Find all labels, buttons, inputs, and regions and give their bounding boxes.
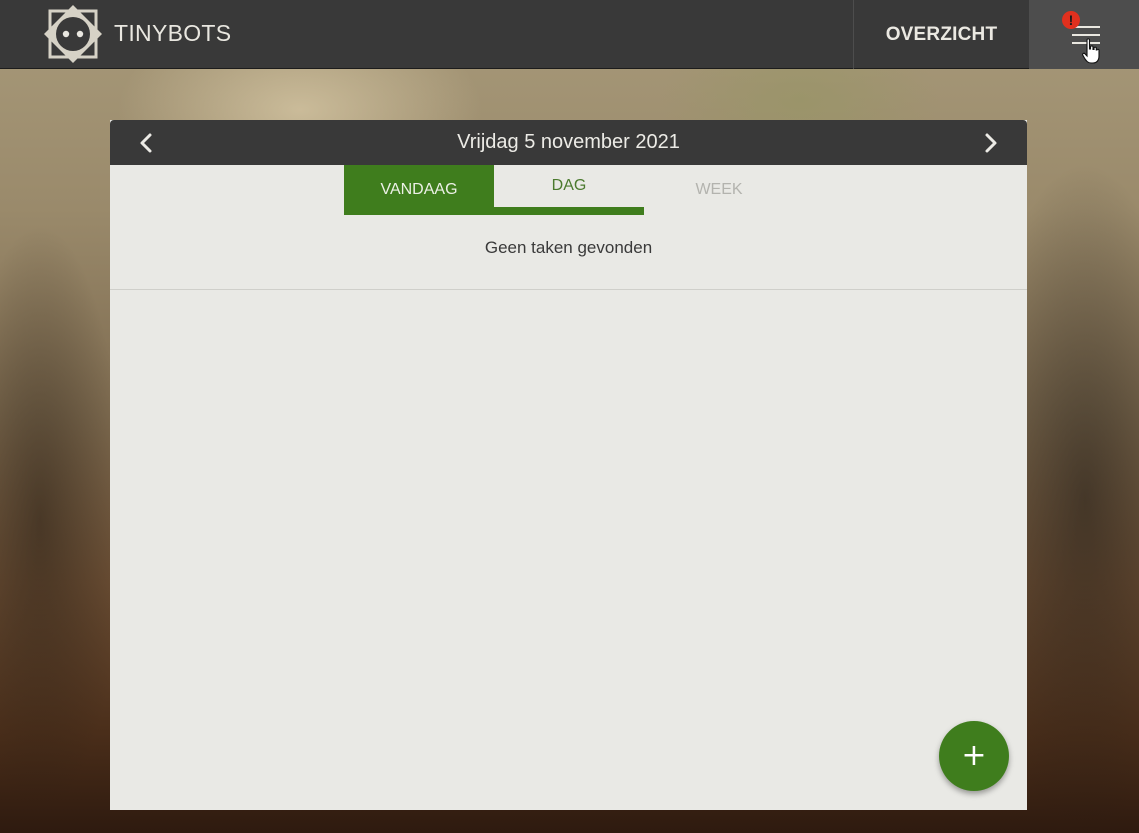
top-navigation-bar: TINYBOTS OVERZICHT ! (0, 0, 1139, 69)
tab-day[interactable]: DAG (494, 165, 644, 215)
brand-name[interactable]: TINYBOTS (114, 20, 231, 47)
add-task-button[interactable]: + (939, 721, 1009, 791)
view-tabs: VANDAAG DAG WEEK (344, 165, 794, 215)
current-date-title: Vrijdag 5 november 2021 (457, 131, 680, 153)
chevron-right-icon[interactable] (979, 132, 1001, 154)
nav-overview-link[interactable]: OVERZICHT (853, 0, 1029, 69)
calendar-panel: Vrijdag 5 november 2021 VANDAAG DAG WEEK… (110, 120, 1027, 810)
divider (110, 289, 1027, 290)
hand-pointer-icon (1082, 38, 1100, 64)
tab-week[interactable]: WEEK (644, 165, 794, 215)
tinybots-logo-icon[interactable] (42, 3, 104, 65)
empty-tasks-message: Geen taken gevonden (484, 238, 653, 257)
calendar-header: Vrijdag 5 november 2021 (110, 120, 1027, 165)
notification-badge: ! (1062, 11, 1080, 29)
tab-today[interactable]: VANDAAG (344, 165, 494, 215)
menu-button[interactable]: ! (1029, 0, 1139, 69)
